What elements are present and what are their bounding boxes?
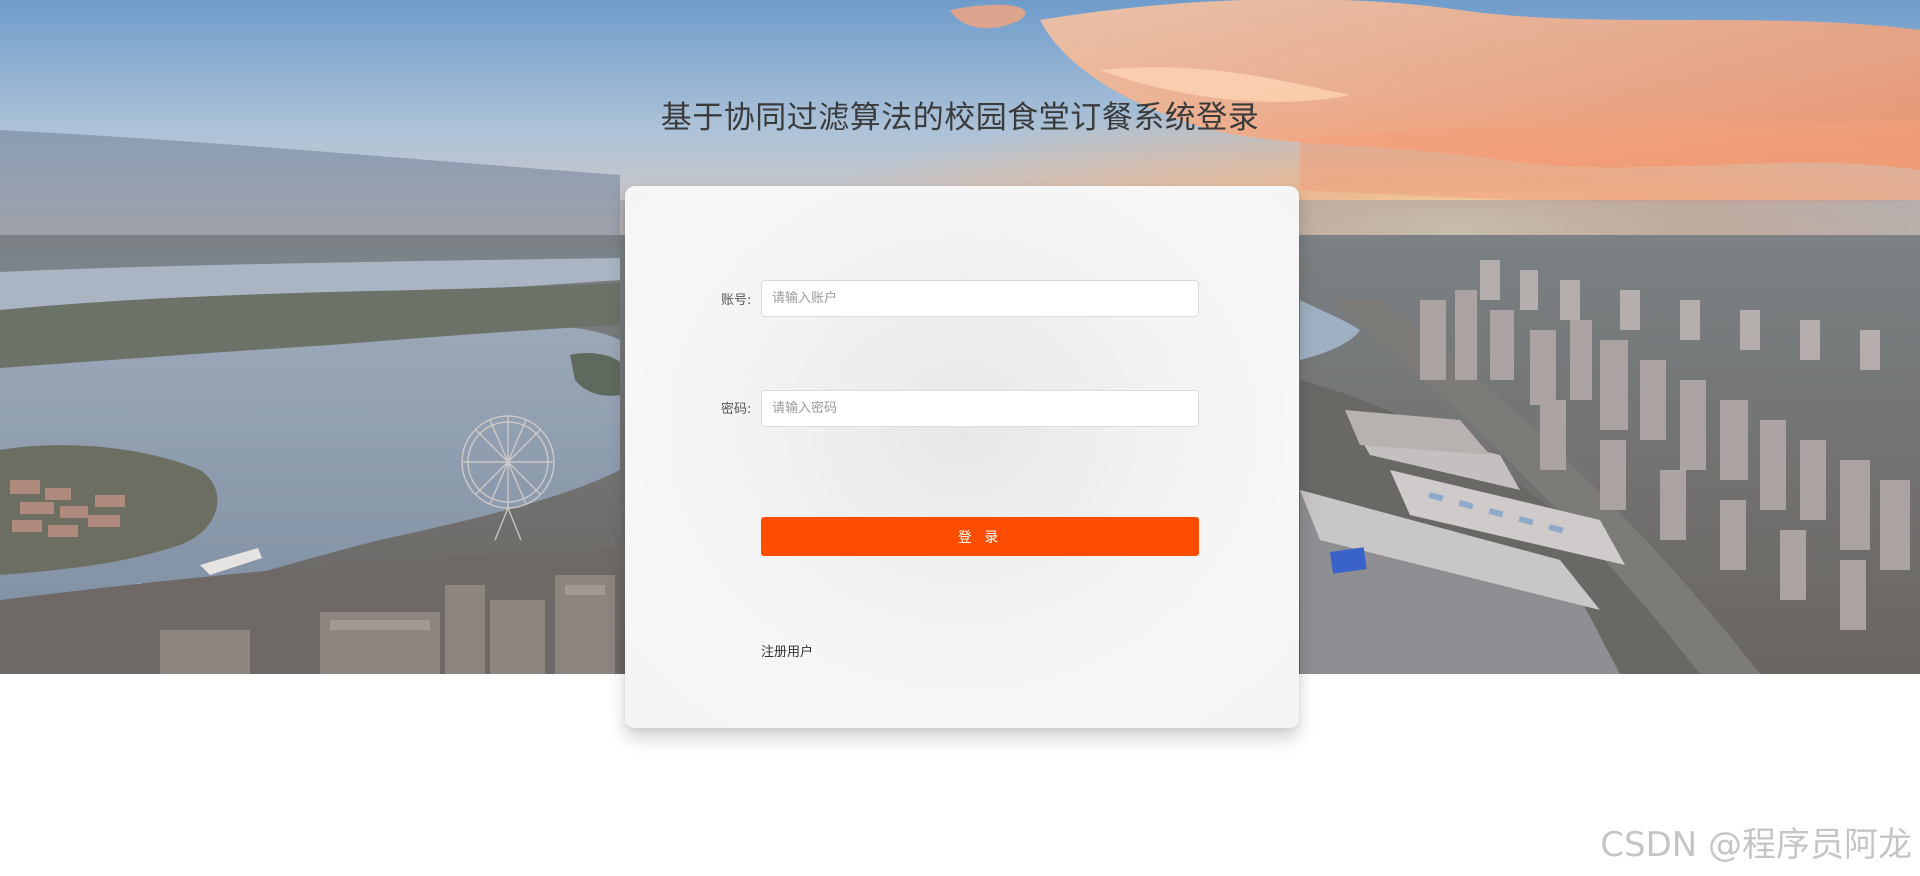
password-label: 密码: bbox=[721, 402, 752, 417]
password-input[interactable] bbox=[761, 390, 1199, 427]
page-title: 基于协同过滤算法的校园食堂订餐系统登录 bbox=[660, 100, 1260, 136]
login-page: 基于协同过滤算法的校园食堂订餐系统登录 账号: 密码: 登 录 注册用户 CSD… bbox=[0, 0, 1920, 876]
watermark: CSDN @程序员阿龙 bbox=[1600, 825, 1912, 865]
register-link[interactable]: 注册用户 bbox=[761, 641, 813, 660]
account-label: 账号: bbox=[721, 293, 752, 308]
login-button[interactable]: 登 录 bbox=[761, 517, 1199, 556]
account-input[interactable] bbox=[761, 280, 1199, 317]
login-card: 账号: 密码: 登 录 注册用户 bbox=[625, 186, 1299, 728]
